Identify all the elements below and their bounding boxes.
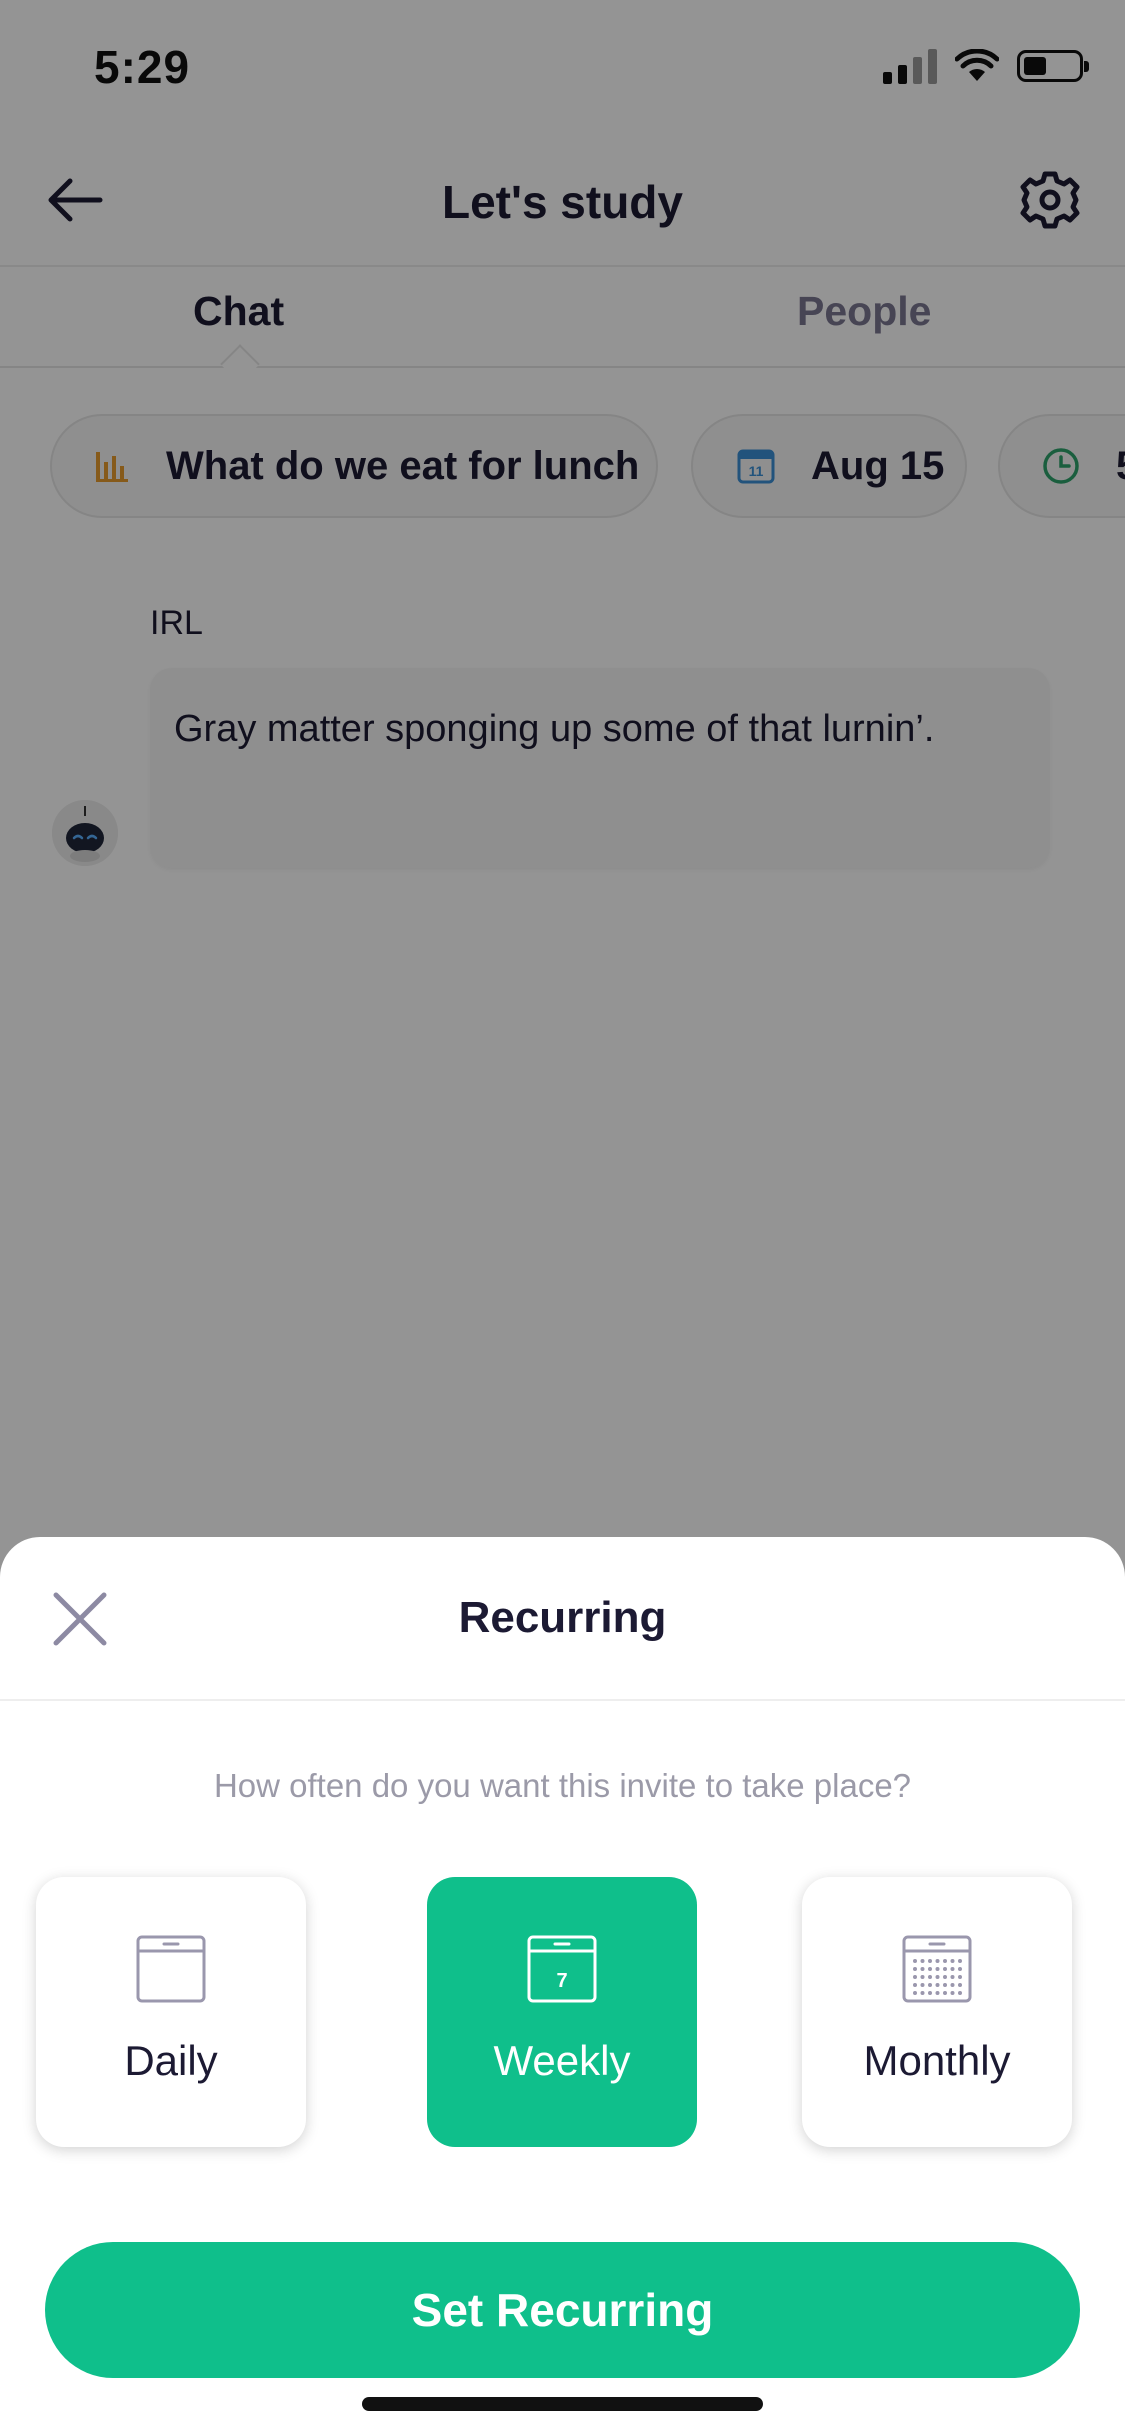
option-daily-label: Daily <box>124 2037 218 2084</box>
screen: 5:29 Let's study Chat People What do we … <box>0 0 1125 2436</box>
option-weekly[interactable]: 7 Weekly <box>427 1877 697 2147</box>
option-monthly-label: Monthly <box>863 2037 1011 2084</box>
weekly-icon-day: 7 <box>556 1970 567 1992</box>
option-daily[interactable]: Daily <box>36 1877 306 2147</box>
sheet-title: Recurring <box>458 1593 667 1642</box>
sheet-header: Recurring <box>0 1537 1125 1701</box>
option-monthly[interactable]: Monthly <box>802 1877 1072 2147</box>
set-recurring-button[interactable]: Set Recurring <box>45 2242 1080 2378</box>
sheet-question: How often do you want this invite to tak… <box>213 1767 912 1804</box>
option-weekly-label: Weekly <box>493 2037 631 2084</box>
recurring-sheet: Recurring How often do you want this inv… <box>0 1537 1125 2436</box>
weekly-calendar-icon: 7 <box>527 1935 597 2003</box>
daily-calendar-icon <box>136 1935 206 2003</box>
monthly-calendar-icon <box>902 1935 972 2003</box>
home-indicator <box>362 2397 763 2411</box>
